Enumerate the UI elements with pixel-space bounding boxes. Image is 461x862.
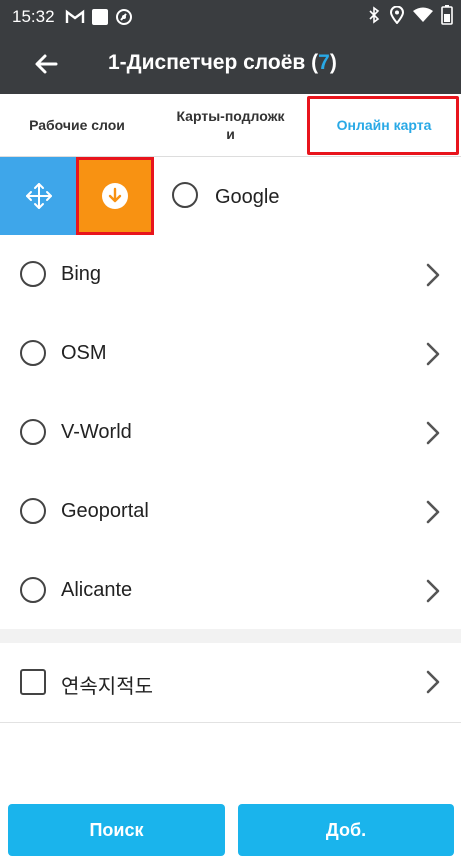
page-title: 1-Диспетчер слоёв (7) [108,51,337,75]
layer-label: V-World [61,421,132,443]
bottom-action-bar: Поиск Доб. [0,790,461,862]
tab-highlight-frame [307,96,459,155]
chevron-right-icon[interactable] [425,420,441,446]
geoportal-radio[interactable] [20,498,46,524]
move-layer-button[interactable] [0,157,77,235]
section-divider [0,629,461,644]
gmail-icon [65,9,85,25]
layer-row-bing[interactable]: Bing [0,236,461,316]
layer-row-alicante[interactable]: Alicante [0,552,461,632]
layer-count: 7 [318,51,330,74]
layer-label: Bing [61,263,102,285]
sync-circle-icon [115,8,133,26]
layer-label: 연속지적도 [61,676,153,698]
cadastral-checkbox[interactable] [20,669,46,695]
layer-label: Geoportal [61,500,149,522]
v-world-radio[interactable] [20,419,46,445]
back-button[interactable] [28,48,64,80]
chevron-right-icon[interactable] [425,669,441,695]
layer-row-v-world[interactable]: V-World [0,394,461,474]
app-bar: 1-Диспетчер слоёв (7) [0,34,461,94]
status-time: 15:32 [12,7,55,26]
layer-label: Google [215,186,280,208]
layer-label: OSM [61,342,107,364]
location-icon [389,5,405,29]
bing-radio[interactable] [20,261,46,287]
add-button[interactable]: Доб. [238,804,454,856]
title-prefix: 1-Диспетчер слоёв ( [108,51,319,74]
tab-base-maps[interactable]: Карты-подложк и [154,94,307,156]
osm-radio[interactable] [20,340,46,366]
back-arrow-icon [35,54,58,74]
bluetooth-icon [367,5,381,29]
chevron-right-icon[interactable] [425,341,441,367]
search-button[interactable]: Поиск [8,804,225,856]
google-radio[interactable] [172,182,198,208]
square-notification-icon [91,8,109,26]
chevron-right-icon[interactable] [425,578,441,604]
layer-label: Alicante [61,579,133,601]
download-highlight-frame [76,157,154,235]
layer-row-osm[interactable]: OSM [0,315,461,395]
alicante-radio[interactable] [20,577,46,603]
layer-row-cadastral[interactable]: 연속지적도 [0,643,461,723]
status-bar: 15:32 [0,0,461,34]
layer-row-geoportal[interactable]: Geoportal [0,473,461,553]
title-suffix: ) [329,51,337,74]
tab-working-layers[interactable]: Рабочие слои [0,94,154,156]
battery-icon [441,4,453,30]
chevron-right-icon[interactable] [425,262,441,288]
wifi-icon [413,7,433,28]
chevron-right-icon[interactable] [425,499,441,525]
move-arrows-icon [25,183,52,209]
